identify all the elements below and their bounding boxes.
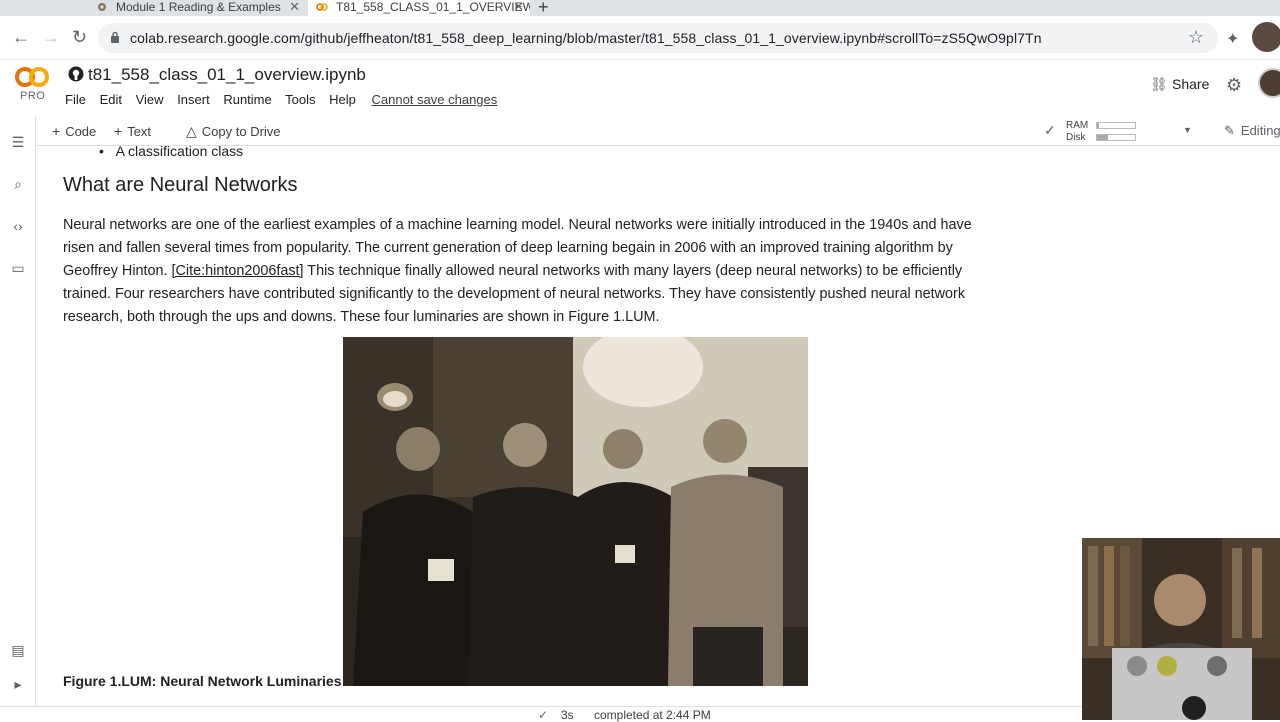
menu-bar: File Edit View Insert Runtime Tools Help… [65,92,507,107]
left-sidebar: ☰ ⌕ ‹› ▭ ▤ ▸ [0,116,36,706]
paragraph: Neural networks are one of the earliest … [63,214,1003,329]
command-palette-icon[interactable]: ▤ [10,642,26,659]
drive-icon: △ [186,123,197,139]
search-icon[interactable]: ⌕ [10,176,26,193]
settings-gear-icon[interactable]: ⚙ [1226,75,1242,96]
browser-toolbar: ← → ↻ colab.research.google.com/github/j… [0,16,1280,60]
table-of-contents-icon[interactable]: ☰ [10,134,26,151]
extensions-icon[interactable]: ✦ [1226,29,1239,49]
browser-tab-overview[interactable]: T81_558_CLASS_01_1_OVERVIEW ✕ [308,0,530,16]
webcam-overlay [1082,538,1280,720]
disk-bar [1096,134,1136,141]
editing-label: Editing [1240,123,1280,138]
copy-to-drive-button[interactable]: △ Copy to Drive [186,123,281,140]
gear-favicon-icon [98,3,106,11]
close-tab-icon[interactable]: ✕ [289,0,300,14]
user-avatar[interactable] [1258,68,1280,98]
add-code-label: Code [65,124,97,139]
close-tab-icon[interactable]: ✕ [513,0,524,14]
pencil-icon: ✎ [1224,123,1235,138]
add-text-button[interactable]: + Text [114,123,151,139]
ram-bar-fill [1097,123,1099,128]
colab-header: PRO t81_558_class_01_1_overview.ipynb Fi… [0,60,1280,116]
files-folder-icon[interactable]: ▭ [10,260,26,277]
browser-tab-module-reading[interactable]: Module 1 Reading & Examples ✕ [96,0,306,16]
bookmark-star-icon[interactable]: ☆ [1188,27,1204,48]
figure-caption: Figure 1.LUM: Neural Network Luminaries [63,673,342,689]
menu-edit[interactable]: Edit [100,92,122,107]
plus-icon: + [114,123,123,139]
add-text-label: Text [127,124,152,139]
ram-label: RAM [1066,120,1089,131]
code-snippets-icon[interactable]: ‹› [10,218,26,234]
add-code-button[interactable]: + Code [52,123,96,139]
menu-file[interactable]: File [65,92,86,107]
menu-insert[interactable]: Insert [177,92,210,107]
address-bar[interactable]: colab.research.google.com/github/jeffhea… [98,23,1218,53]
notebook-toolbar: + Code + Text △ Copy to Drive ✓ RAM Disk ▼ … [36,116,1280,146]
editing-mode-button[interactable]: ✎ Editing [1224,123,1280,139]
browser-tab-strip: Module 1 Reading & Examples ✕ T81_558_CL… [0,0,1280,17]
share-button[interactable]: ⛓ Share [1150,76,1209,93]
ram-bar [1096,122,1136,129]
section-heading: What are Neural Networks [63,174,298,196]
profile-avatar[interactable] [1252,22,1280,52]
resources-indicator[interactable]: ✓ RAM Disk [1044,119,1174,143]
lock-icon [111,31,119,43]
reload-icon[interactable]: ↻ [72,27,87,48]
chevron-down-icon[interactable]: ▼ [1183,125,1192,135]
citation-link[interactable]: [Cite:hinton2006fast] [172,263,304,279]
menu-view[interactable]: View [136,92,164,107]
forward-icon[interactable]: → [42,27,60,48]
disk-label: Disk [1066,132,1086,143]
github-icon [68,66,84,82]
link-icon: ⛓ [1150,76,1168,92]
tab-label: Module 1 Reading & Examples [116,0,281,14]
cannot-save-link[interactable]: Cannot save changes [372,92,498,107]
notebook-title[interactable]: t81_558_class_01_1_overview.ipynb [68,65,366,85]
url-text: colab.research.google.com/github/jeffhea… [130,30,1042,46]
plus-icon: + [52,123,61,139]
menu-runtime[interactable]: Runtime [223,92,271,107]
back-icon[interactable]: ← [12,27,30,48]
tab-label: T81_558_CLASS_01_1_OVERVIEW [336,0,530,14]
pro-badge: PRO [20,90,46,102]
share-label: Share [1172,76,1210,92]
notebook-title-text: t81_558_class_01_1_overview.ipynb [88,65,366,84]
list-item-text: A classification class [115,146,244,159]
terminal-icon[interactable]: ▸ [10,676,26,693]
copy-to-drive-label: Copy to Drive [201,124,281,139]
colab-favicon-icon [316,3,328,11]
menu-tools[interactable]: Tools [285,92,315,107]
menu-help[interactable]: Help [329,92,356,107]
connected-check-icon: ✓ [1044,122,1056,138]
colab-logo-icon [15,67,49,87]
list-item: • A classification class [99,146,243,159]
luminaries-photo [343,337,808,686]
disk-bar-fill [1097,135,1109,140]
